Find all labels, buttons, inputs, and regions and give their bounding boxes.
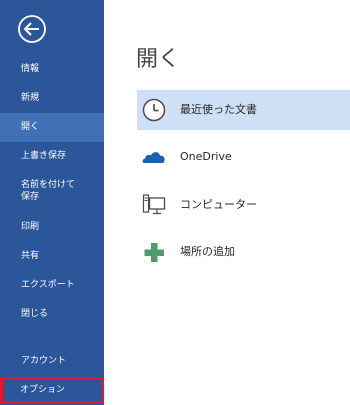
sidebar-item-label: 共有 <box>21 251 40 261</box>
sidebar-item-save[interactable]: 上書き保存 <box>0 150 104 162</box>
option-label: 最近使った文書 <box>180 103 257 116</box>
backstage-window: 情報 新規 開く 上書き保存 名前を付けて保存 印刷 共有 エクスポート 閉じる… <box>0 0 350 405</box>
sidebar-item-label: アカウント <box>21 356 67 366</box>
sidebar-item-info[interactable]: 情報 <box>0 63 104 75</box>
sidebar-item-label: 情報 <box>21 64 40 74</box>
sidebar-item-account[interactable]: アカウント <box>0 355 104 367</box>
sidebar-item-new[interactable]: 新規 <box>0 92 104 104</box>
backstage-sidebar: 情報 新規 開く 上書き保存 名前を付けて保存 印刷 共有 エクスポート 閉じる… <box>0 0 104 405</box>
sidebar-item-label: 新規 <box>21 93 40 103</box>
back-button[interactable] <box>17 14 47 44</box>
sidebar-item-share[interactable]: 共有 <box>0 250 104 262</box>
page-title: 開く <box>136 47 181 72</box>
sidebar-item-label: オプション <box>20 385 66 395</box>
open-option-add-place[interactable]: 場所の追加 <box>137 232 350 272</box>
sidebar-item-print[interactable]: 印刷 <box>0 221 104 233</box>
sidebar-item-label: 閉じる <box>21 309 49 319</box>
clock-icon <box>142 98 166 122</box>
option-label: コンピューター <box>180 198 257 211</box>
sidebar-item-open[interactable]: 開く <box>0 113 104 142</box>
cloud-icon <box>142 152 165 163</box>
open-option-onedrive[interactable]: OneDrive <box>137 137 350 177</box>
sidebar-item-export[interactable]: エクスポート <box>0 279 104 291</box>
sidebar-item-label: 印刷 <box>21 222 40 232</box>
sidebar-item-options[interactable]: オプション <box>0 377 104 404</box>
option-label: OneDrive <box>180 150 232 163</box>
sidebar-item-label: エクスポート <box>21 280 75 290</box>
open-option-recent[interactable]: 最近使った文書 <box>137 90 350 130</box>
sidebar-item-close[interactable]: 閉じる <box>0 308 104 320</box>
sidebar-item-save-as[interactable]: 名前を付けて保存 <box>0 179 80 205</box>
open-option-computer[interactable]: コンピューター <box>137 185 350 225</box>
back-arrow-icon <box>18 15 46 43</box>
computer-icon <box>142 194 166 215</box>
sidebar-item-label: 名前を付けて保存 <box>21 180 76 202</box>
option-label: 場所の追加 <box>180 245 235 258</box>
sidebar-item-label: 開く <box>21 122 40 132</box>
sidebar-item-label: 上書き保存 <box>21 151 67 161</box>
plus-icon <box>144 243 164 262</box>
